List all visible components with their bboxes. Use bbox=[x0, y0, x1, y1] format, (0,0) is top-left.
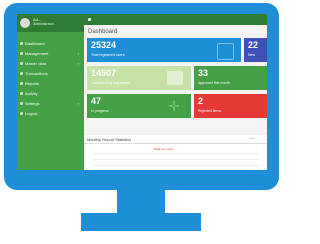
stat-value: 14507 bbox=[91, 68, 117, 78]
chevron-right-icon: › bbox=[77, 61, 79, 66]
sidebar-user-panel: Ad... Administrator... bbox=[17, 14, 84, 32]
stat-card-approved[interactable]: 33 Approved this month bbox=[194, 66, 267, 90]
monitor-base bbox=[81, 213, 201, 231]
stat-card-in-progress[interactable]: 47 In progress ✛ bbox=[87, 94, 191, 118]
exchange-icon bbox=[20, 72, 23, 75]
users-icon bbox=[20, 52, 23, 55]
dashboard-icon bbox=[20, 42, 23, 45]
sidebar-item-dashboard[interactable]: Dashboard bbox=[17, 39, 84, 48]
sidebar-item-management[interactable]: Management › bbox=[17, 49, 84, 58]
document-icon bbox=[167, 71, 183, 85]
collapse-button[interactable]: — bbox=[250, 136, 255, 142]
stat-label: Rejected items bbox=[198, 109, 222, 113]
top-navbar bbox=[84, 14, 267, 25]
stat-value: 22 bbox=[248, 40, 259, 50]
sidebar-item-label: Settings bbox=[25, 101, 40, 106]
sidebar-item-label: Activity bbox=[25, 91, 38, 96]
stat-card-users[interactable]: 25324 Total registered users bbox=[87, 38, 241, 62]
chart-gridline bbox=[94, 153, 259, 154]
database-icon bbox=[20, 62, 23, 65]
sidebar-item-label: Reports bbox=[25, 81, 40, 86]
stat-card-pending[interactable]: 14507 Total pending documents bbox=[87, 66, 191, 90]
stat-card-rejected[interactable]: 2 Rejected items bbox=[194, 94, 267, 118]
user-role: Administrator... bbox=[33, 22, 57, 26]
sidebar-item-reports[interactable]: Reports bbox=[17, 79, 84, 88]
chevron-right-icon: › bbox=[77, 101, 79, 106]
page-title: Dashboard bbox=[88, 29, 118, 35]
stat-label: Total pending documents bbox=[91, 81, 130, 85]
avatar[interactable] bbox=[20, 18, 30, 28]
chart-gridline bbox=[94, 165, 259, 166]
stat-value: 33 bbox=[198, 68, 209, 78]
sidebar-item-label: Master data bbox=[25, 61, 47, 66]
logout-icon bbox=[20, 112, 23, 115]
stat-label: Approved this month bbox=[198, 81, 231, 85]
panel-divider bbox=[84, 143, 267, 144]
stat-card-new[interactable]: 22 New bbox=[244, 38, 267, 62]
gear-icon bbox=[20, 102, 23, 105]
stat-value: 25324 bbox=[91, 40, 117, 50]
sidebar-item-logout[interactable]: Logout bbox=[17, 109, 84, 118]
main-content: Dashboard 25324 Total registered users 2… bbox=[84, 25, 267, 170]
sidebar-item-label: Dashboard bbox=[25, 41, 45, 46]
stat-label: Total registered users bbox=[91, 53, 125, 57]
stat-label: New bbox=[248, 53, 256, 57]
report-panel: Monthly Report Statistics — Data summary bbox=[84, 135, 267, 170]
panel-title: Monthly Report Statistics bbox=[87, 137, 132, 142]
users-icon bbox=[217, 43, 234, 60]
activity-icon bbox=[20, 92, 23, 95]
stat-label: In progress bbox=[91, 109, 109, 113]
menu-toggle-icon[interactable] bbox=[88, 18, 91, 21]
sidebar-item-label: Logout bbox=[25, 111, 38, 116]
monitor-frame: Ad... Administrator... Dashboard Managem… bbox=[4, 3, 279, 190]
sidebar-item-label: Transactions bbox=[25, 71, 48, 76]
monitor-neck bbox=[117, 190, 165, 213]
stat-value: 47 bbox=[91, 96, 102, 106]
sidebar-item-transactions[interactable]: Transactions bbox=[17, 69, 84, 78]
sidebar-item-settings[interactable]: Settings › bbox=[17, 99, 84, 108]
move-icon: ✛ bbox=[168, 98, 180, 114]
chart-gridline bbox=[94, 159, 259, 160]
sidebar: Ad... Administrator... Dashboard Managem… bbox=[17, 14, 84, 170]
sidebar-item-label: Management bbox=[25, 51, 49, 56]
stat-value: 2 bbox=[198, 96, 204, 106]
sidebar-item-activity[interactable]: Activity bbox=[17, 89, 84, 98]
report-icon bbox=[20, 82, 23, 85]
screen: Ad... Administrator... Dashboard Managem… bbox=[17, 14, 267, 170]
sidebar-item-master-data[interactable]: Master data › bbox=[17, 59, 84, 68]
chart-subtitle: Data summary bbox=[154, 147, 174, 151]
chevron-right-icon: › bbox=[77, 51, 79, 56]
